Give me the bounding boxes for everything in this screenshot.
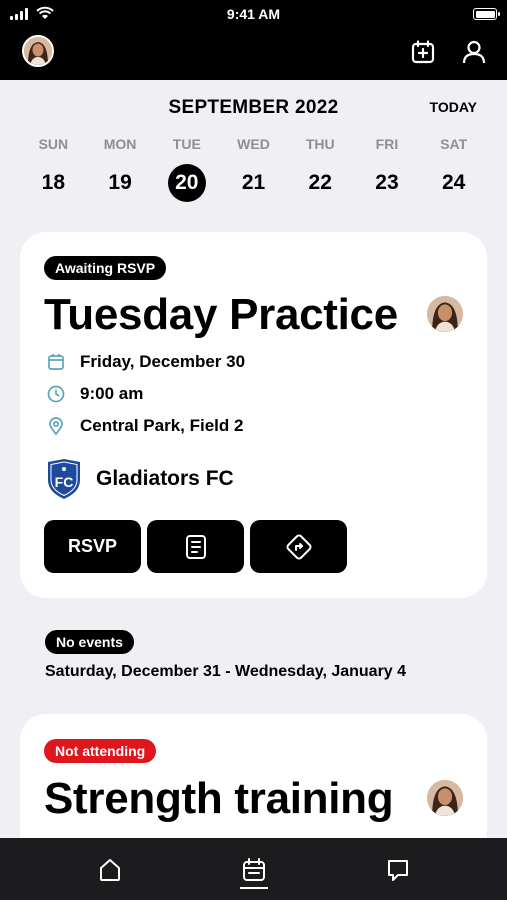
nav-chat[interactable] (378, 850, 418, 890)
weekday-label: WED (237, 136, 270, 152)
status-bar: 9:41 AM (0, 0, 507, 28)
weekday-label: THU (305, 136, 335, 152)
event-time: 9:00 am (80, 384, 144, 403)
home-icon (100, 859, 120, 881)
calendar-plus-icon (411, 40, 435, 64)
event-details-button[interactable] (147, 520, 244, 573)
status-time: 9:41 AM (226, 6, 281, 22)
chat-icon (388, 860, 408, 881)
event-card[interactable]: Awaiting RSVP Tuesday Practice Friday, D… (20, 232, 487, 598)
team-row[interactable]: FC Gladiators FC (46, 458, 234, 500)
weekday-label: MON (103, 136, 137, 152)
date-cell[interactable]: 24 (435, 164, 473, 202)
weekday-label: TUE (172, 136, 201, 152)
event-title: Tuesday Practice (44, 290, 398, 339)
calendar-icon (243, 858, 265, 881)
attendee-avatar (427, 296, 463, 332)
location-pin-icon (49, 417, 63, 436)
profile-button[interactable] (459, 37, 489, 67)
date-cell[interactable]: 23 (368, 164, 406, 202)
no-events-range: Saturday, December 31 - Wednesday, Janua… (45, 663, 407, 680)
date-cell[interactable]: 19 (101, 164, 139, 202)
weekday-label: SAT (440, 136, 468, 152)
weekday-label: FRI (375, 136, 399, 152)
event-title: Strength training (44, 774, 394, 823)
attendance-status-badge: Not attending (44, 739, 157, 763)
rsvp-button[interactable]: RSVP (44, 520, 141, 573)
team-name: Gladiators FC (96, 467, 234, 490)
svg-text:FC: FC (55, 474, 74, 490)
calendar-icon (48, 354, 64, 370)
today-button[interactable]: TODAY (430, 99, 477, 115)
date-cell-selected[interactable]: 20 (167, 164, 206, 202)
event-location-row[interactable]: Central Park, Field 2 (46, 416, 243, 436)
bottom-nav (0, 838, 507, 900)
attendee-avatar (427, 780, 463, 816)
user-avatar[interactable] (22, 35, 54, 67)
top-bar: 9:41 AM (0, 0, 507, 80)
event-location: Central Park, Field 2 (80, 416, 244, 435)
directions-icon (286, 534, 311, 559)
date-row: 18 19 20 21 22 23 24 (20, 164, 487, 202)
date-cell[interactable]: 18 (34, 164, 72, 202)
document-icon (185, 534, 206, 559)
nav-active-indicator (240, 887, 268, 889)
battery-icon (473, 8, 500, 20)
date-cell[interactable]: 22 (301, 164, 339, 202)
nav-home[interactable] (90, 850, 130, 890)
nav-calendar[interactable] (234, 850, 274, 890)
team-crest-icon: FC (48, 459, 80, 499)
event-time-row: 9:00 am (46, 384, 143, 404)
event-date: Friday, December 30 (80, 352, 246, 371)
rsvp-status-badge: Awaiting RSVP (44, 256, 167, 280)
date-cell[interactable]: 21 (235, 164, 273, 202)
clock-icon (47, 385, 65, 403)
weekday-row: SUN MON TUE WED THU FRI SAT (20, 136, 487, 152)
event-actions: RSVP (44, 520, 347, 573)
directions-button[interactable] (250, 520, 347, 573)
add-event-button[interactable] (408, 37, 438, 67)
event-date-row: Friday, December 30 (46, 352, 245, 372)
no-events-badge: No events (45, 630, 134, 654)
weekday-label: SUN (38, 136, 69, 152)
person-icon (462, 40, 486, 64)
